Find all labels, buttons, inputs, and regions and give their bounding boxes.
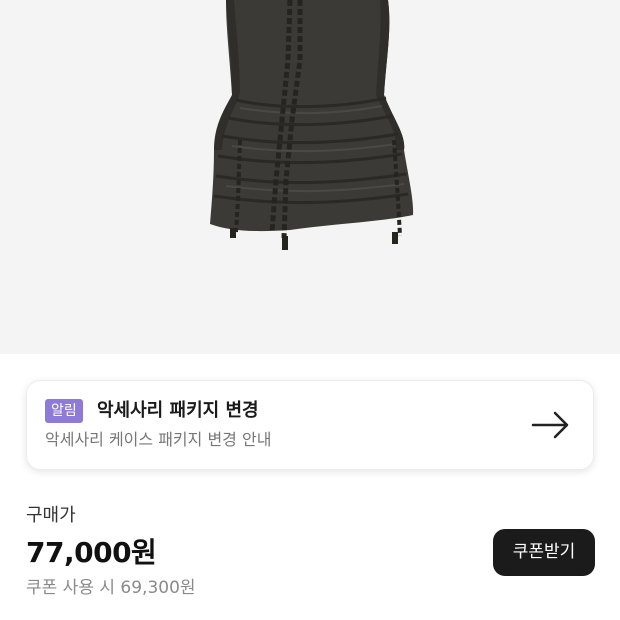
arrow-right-icon[interactable] xyxy=(531,409,571,441)
coupon-button[interactable]: 쿠폰받기 xyxy=(493,529,595,576)
product-image xyxy=(0,0,620,354)
price-label: 구매가 xyxy=(26,505,76,526)
price-value: 77,000원 xyxy=(26,536,157,569)
notice-badge: 알림 xyxy=(45,399,83,423)
coupon-price: 쿠폰 사용 시 69,300원 xyxy=(26,578,196,598)
notice-title: 악세사리 패키지 변경 xyxy=(97,400,259,421)
notice-card[interactable]: 알림 악세사리 패키지 변경 악세사리 케이스 패키지 변경 안내 xyxy=(26,380,594,470)
notice-subtitle: 악세사리 케이스 패키지 변경 안내 xyxy=(45,430,272,449)
product-photo xyxy=(210,0,414,250)
